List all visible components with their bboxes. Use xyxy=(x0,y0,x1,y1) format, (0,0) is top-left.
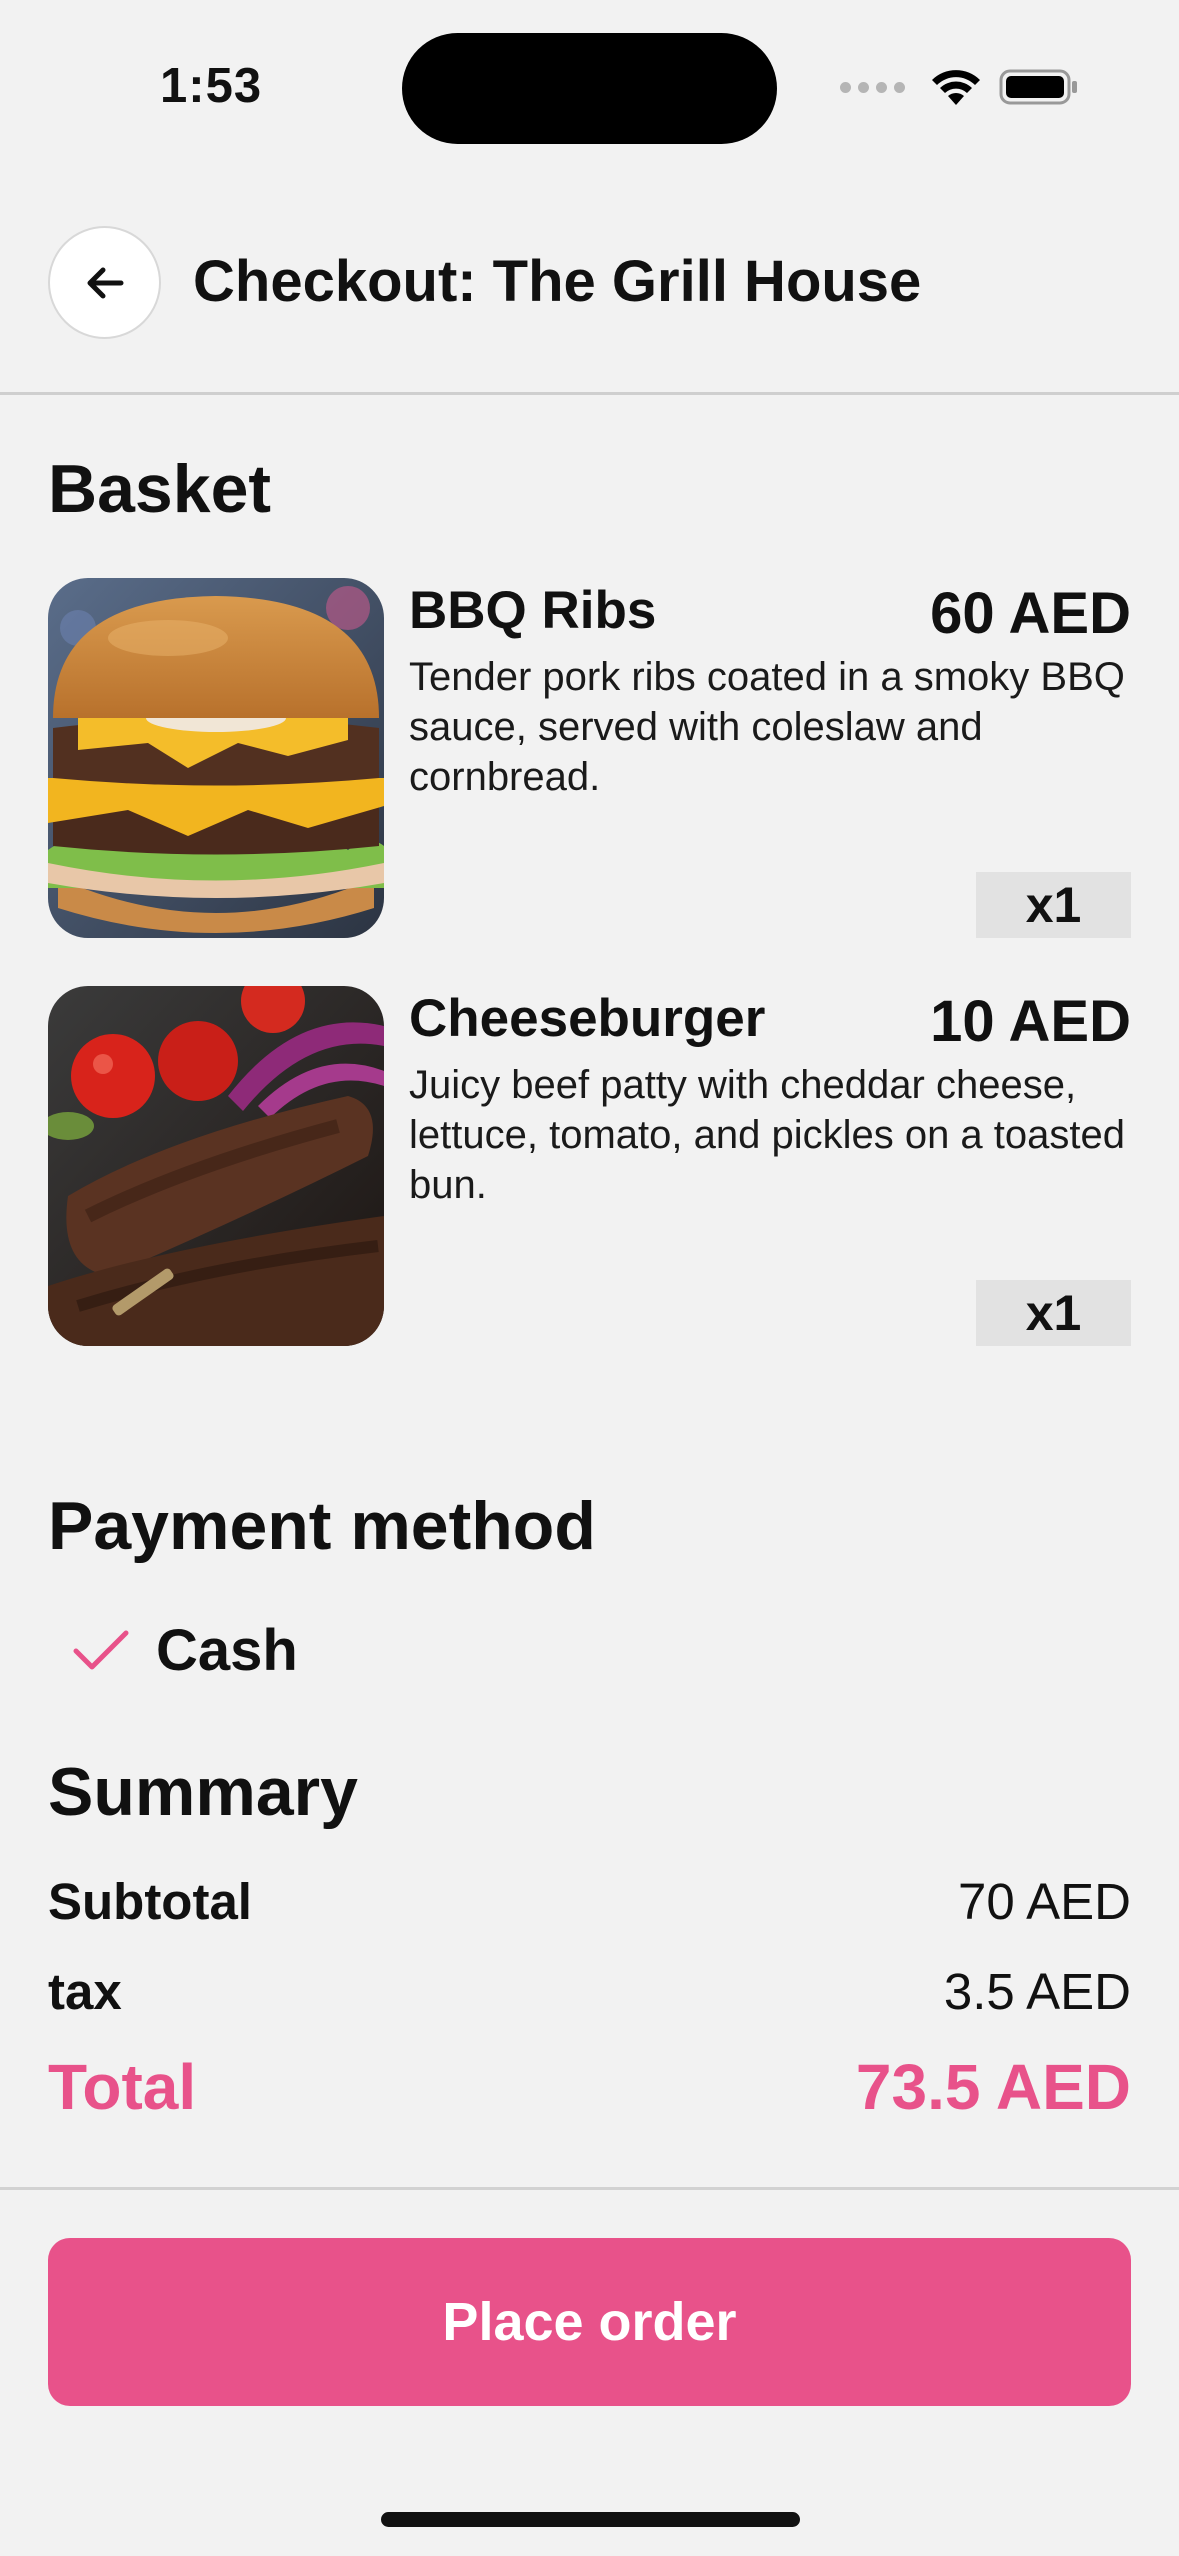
subtotal-value: 70 AED xyxy=(958,1873,1131,1930)
item-description: Juicy beef patty with cheddar cheese, le… xyxy=(409,1063,1125,1207)
burger-photo xyxy=(48,578,384,938)
tax-label: tax xyxy=(48,1963,122,2020)
summary-title: Summary xyxy=(48,1754,358,1830)
item-price: 60 AED xyxy=(930,581,1131,646)
place-order-button[interactable]: Place order xyxy=(48,2238,1131,2406)
item-name: BBQ Ribs xyxy=(409,581,657,640)
quantity-badge[interactable]: x1 xyxy=(976,1280,1131,1346)
battery-icon xyxy=(999,69,1077,105)
item-price: 10 AED xyxy=(930,989,1131,1054)
total-label: Total xyxy=(48,2051,197,2123)
kebab-photo xyxy=(48,986,384,1346)
item-description: Tender pork ribs coated in a smoky BBQ s… xyxy=(409,655,1125,799)
footer-divider xyxy=(0,2187,1179,2190)
basket-item[interactable]: BBQ Ribs 60 AED Tender pork ribs coated … xyxy=(48,578,1131,938)
item-name: Cheeseburger xyxy=(409,989,766,1048)
basket-title: Basket xyxy=(48,451,272,527)
basket-item[interactable]: Cheeseburger 10 AED Juicy beef patty wit… xyxy=(48,986,1131,1346)
quantity-badge[interactable]: x1 xyxy=(976,872,1131,938)
home-indicator[interactable] xyxy=(381,2512,800,2527)
item-image xyxy=(48,578,384,938)
arrow-left-icon xyxy=(87,267,123,298)
subtotal-row: Subtotal 70 AED xyxy=(48,1872,1131,1931)
header: Checkout: The Grill House xyxy=(0,210,1179,395)
checkmark-icon xyxy=(73,1630,129,1670)
back-button[interactable] xyxy=(48,226,161,339)
item-image xyxy=(48,986,384,1346)
cellular-signal-icon xyxy=(840,81,905,93)
status-bar: 1:53 xyxy=(0,0,1179,160)
tax-value: 3.5 AED xyxy=(943,1963,1131,2020)
page-title: Checkout: The Grill House xyxy=(193,249,922,314)
payment-option-cash[interactable]: Cash xyxy=(72,1610,298,1690)
payment-method-title: Payment method xyxy=(48,1488,596,1564)
status-icons xyxy=(840,62,1079,112)
payment-option-label: Cash xyxy=(156,1617,298,1683)
status-time: 1:53 xyxy=(160,59,263,113)
total-value: 73.5 AED xyxy=(855,2051,1131,2123)
dynamic-island xyxy=(402,33,777,144)
wifi-icon xyxy=(932,70,980,105)
total-row: Total 73.5 AED xyxy=(48,2050,1131,2124)
subtotal-label: Subtotal xyxy=(48,1873,252,1930)
tax-row: tax 3.5 AED xyxy=(48,1962,1131,2021)
